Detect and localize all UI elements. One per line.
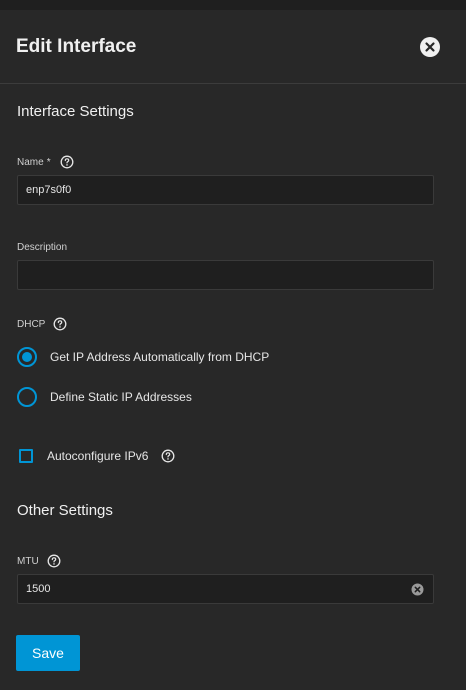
autoconfigure-ipv6-checkbox[interactable] xyxy=(19,449,33,463)
radio-static-ip-label[interactable]: Define Static IP Addresses xyxy=(50,390,192,404)
name-input[interactable]: enp7s0f0 xyxy=(17,175,434,205)
help-icon[interactable] xyxy=(47,554,61,568)
name-label-text: Name xyxy=(17,157,44,168)
description-label: Description xyxy=(17,242,68,253)
radio-static-ip[interactable] xyxy=(17,387,37,407)
description-input[interactable] xyxy=(17,260,434,290)
top-bar xyxy=(0,0,466,10)
name-input-value: enp7s0f0 xyxy=(26,184,72,196)
mtu-input[interactable]: 1500 xyxy=(17,574,434,604)
clear-icon[interactable] xyxy=(411,583,424,596)
mtu-input-value: 1500 xyxy=(26,583,51,595)
dhcp-label: DHCP xyxy=(17,319,46,330)
help-icon[interactable] xyxy=(60,155,74,169)
section-title-interface-settings: Interface Settings xyxy=(17,103,134,120)
help-icon[interactable] xyxy=(161,449,175,463)
help-icon[interactable] xyxy=(53,317,67,331)
required-marker: * xyxy=(46,157,51,168)
radio-dhcp-automatic-label[interactable]: Get IP Address Automatically from DHCP xyxy=(50,350,269,364)
dialog-title: Edit Interface xyxy=(16,36,137,57)
dialog-header: Edit Interface xyxy=(0,10,466,84)
mtu-label: MTU xyxy=(17,556,39,567)
close-icon xyxy=(425,42,435,52)
close-button[interactable] xyxy=(420,37,440,57)
name-label: Name * xyxy=(17,157,51,168)
autoconfigure-ipv6-label[interactable]: Autoconfigure IPv6 xyxy=(47,449,148,463)
radio-dhcp-automatic[interactable] xyxy=(17,347,37,367)
save-button[interactable]: Save xyxy=(16,635,80,671)
section-title-other-settings: Other Settings xyxy=(17,502,113,519)
